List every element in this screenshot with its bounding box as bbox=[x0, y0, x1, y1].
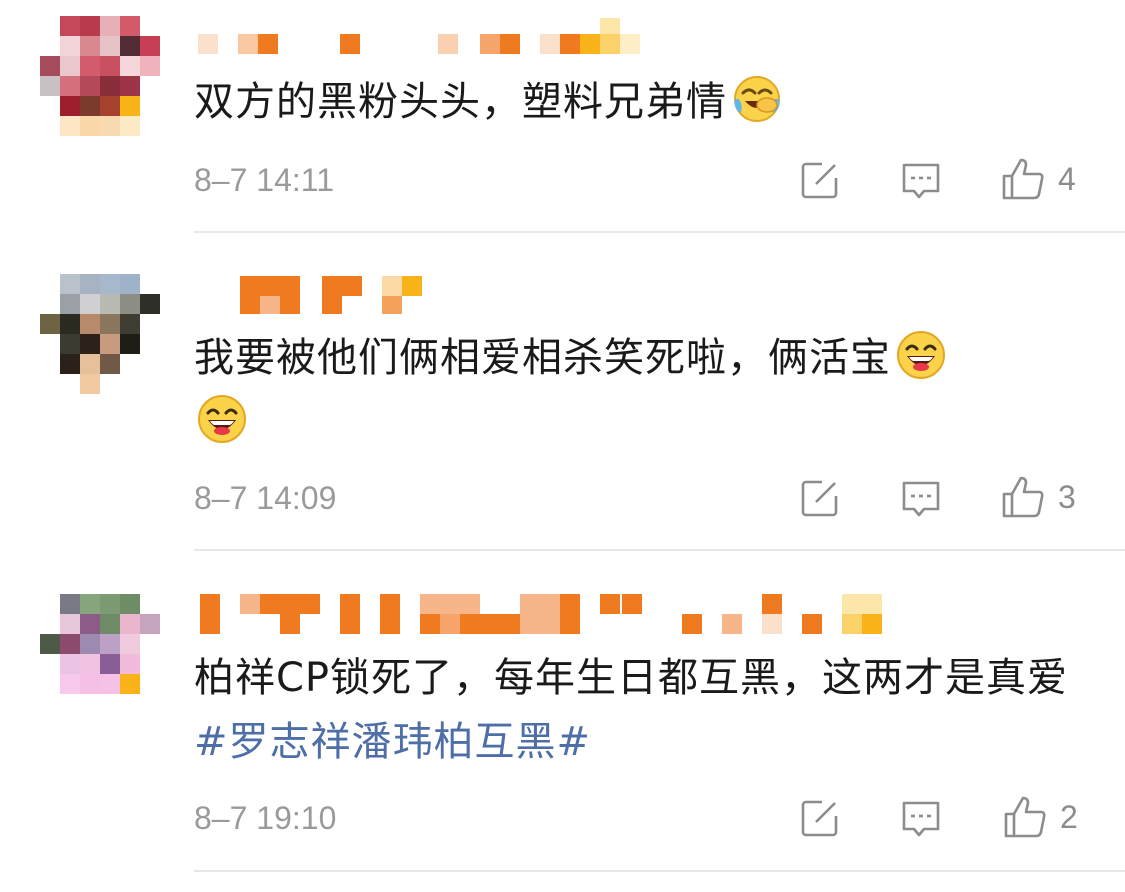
like-count: 2 bbox=[1060, 798, 1078, 835]
comment-time: 8–7 19:10 bbox=[194, 800, 337, 836]
comment-text: 双方的黑粉头头，塑料兄弟情 bbox=[194, 70, 1074, 134]
laugh-cry-emoji-icon bbox=[734, 76, 780, 122]
username-blurred[interactable] bbox=[196, 18, 656, 58]
like-button[interactable]: 4 bbox=[1000, 156, 1076, 202]
forward-button[interactable] bbox=[800, 160, 840, 200]
forward-button[interactable] bbox=[800, 478, 840, 518]
thumbs-up-icon bbox=[1002, 158, 1044, 200]
avatar[interactable] bbox=[40, 274, 160, 394]
divider bbox=[194, 231, 1125, 233]
comment-button[interactable] bbox=[900, 160, 942, 202]
comment-body: 双方的黑粉头头，塑料兄弟情 bbox=[194, 79, 727, 125]
comment-icon bbox=[902, 163, 940, 199]
forward-button[interactable] bbox=[800, 798, 840, 838]
share-edit-icon bbox=[801, 800, 838, 837]
comment-button[interactable] bbox=[900, 798, 942, 840]
comment-body: 柏祥CP锁死了，每年生日都互黑，这两才是真爱 bbox=[194, 655, 1069, 701]
hashtag-link[interactable]: #罗志祥潘玮柏互黑# bbox=[194, 719, 591, 765]
thumbs-up-icon bbox=[1004, 796, 1046, 838]
share-edit-icon bbox=[801, 480, 838, 517]
grin-emoji-icon bbox=[897, 331, 945, 379]
comment-text: 我要被他们俩相爱相杀笑死啦，俩活宝 bbox=[194, 326, 1074, 454]
like-button[interactable]: 3 bbox=[1000, 474, 1076, 520]
avatar[interactable] bbox=[40, 594, 160, 714]
comment-button[interactable] bbox=[900, 478, 942, 520]
comment-time: 8–7 14:09 bbox=[194, 480, 337, 516]
username-blurred[interactable] bbox=[196, 276, 456, 316]
comment-time: 8–7 14:11 bbox=[194, 162, 334, 198]
like-button[interactable]: 2 bbox=[1002, 794, 1078, 840]
like-count: 4 bbox=[1058, 160, 1076, 197]
comment-body: 我要被他们俩相爱相杀笑死啦，俩活宝 bbox=[194, 335, 891, 381]
divider bbox=[194, 870, 1125, 872]
share-edit-icon bbox=[801, 162, 838, 199]
comment-icon bbox=[902, 481, 940, 517]
username-blurred[interactable] bbox=[196, 594, 896, 634]
comment-text: 柏祥CP锁死了，每年生日都互黑，这两才是真爱 #罗志祥潘玮柏互黑# bbox=[194, 646, 1074, 774]
grin-emoji-icon bbox=[198, 395, 246, 443]
divider bbox=[194, 549, 1125, 551]
comment-icon bbox=[902, 801, 940, 837]
like-count: 3 bbox=[1058, 478, 1076, 515]
avatar[interactable] bbox=[40, 16, 160, 136]
thumbs-up-icon bbox=[1002, 476, 1044, 518]
